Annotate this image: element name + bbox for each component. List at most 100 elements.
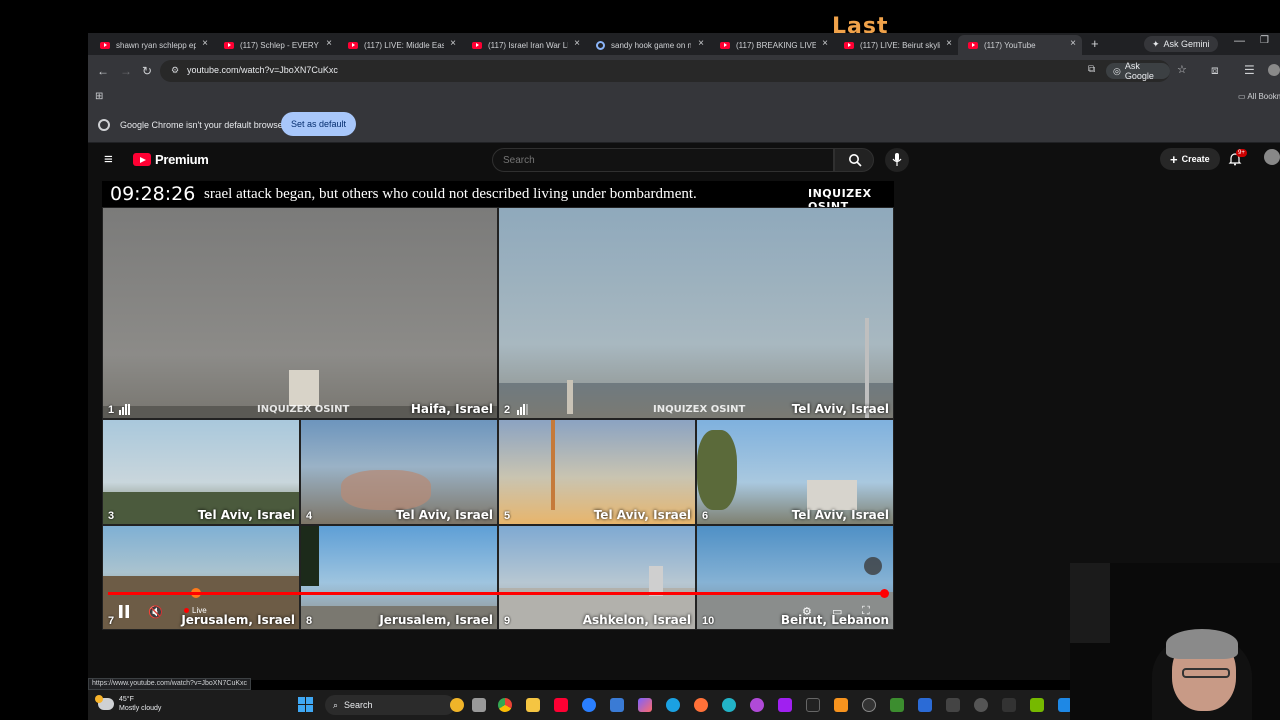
- ticker-text: srael attack began, but others who could…: [204, 186, 697, 202]
- weather-widget[interactable]: 45°F Mostly cloudy: [95, 695, 161, 713]
- chrome-taskbar-icon[interactable]: [498, 698, 512, 712]
- close-icon[interactable]: ×: [574, 38, 580, 49]
- camera-feed[interactable]: 8 Jerusalem, Israel: [300, 525, 498, 630]
- browser-tab[interactable]: (117) Israel Iran War LIV ×: [462, 35, 586, 55]
- site-info-icon[interactable]: ⚙: [171, 65, 179, 76]
- browser-tab[interactable]: sandy hook game on n ×: [586, 35, 710, 55]
- app-icon[interactable]: [890, 698, 904, 712]
- app-icon[interactable]: [862, 698, 876, 712]
- browser-window: shawn ryan schlepp ep × (117) Schlep - EV…: [88, 33, 1280, 143]
- create-button[interactable]: + Create: [1160, 148, 1220, 170]
- app-icon[interactable]: [974, 698, 988, 712]
- app-icon[interactable]: [1002, 698, 1016, 712]
- camera-feed[interactable]: 3 Tel Aviv, Israel: [102, 419, 300, 525]
- minimize-button[interactable]: —: [1234, 35, 1245, 47]
- miniplayer-hint-icon[interactable]: [864, 557, 882, 575]
- ticker-clock: 09:28:26: [110, 183, 196, 205]
- tab-title: shawn ryan schlepp ep: [116, 40, 196, 50]
- back-button[interactable]: ←: [97, 64, 109, 78]
- pole-shape: [551, 420, 555, 510]
- progress-scrubber[interactable]: [880, 589, 890, 598]
- settings-gear-icon[interactable]: ⚙: [802, 605, 812, 618]
- live-indicator[interactable]: Live: [184, 606, 207, 615]
- profile-avatar[interactable]: [1268, 64, 1280, 76]
- close-icon[interactable]: ×: [450, 38, 456, 49]
- account-avatar[interactable]: [1264, 149, 1280, 165]
- pause-button[interactable]: [118, 605, 130, 618]
- camera-location: Ashkelon, Israel: [582, 613, 691, 627]
- search-button[interactable]: [834, 148, 874, 172]
- fullscreen-icon[interactable]: ⛶: [862, 605, 870, 618]
- youtube-app-icon[interactable]: [554, 698, 568, 712]
- close-icon[interactable]: ×: [822, 38, 828, 49]
- browser-tab-active[interactable]: (117) YouTube ×: [958, 35, 1082, 55]
- windows-start-icon[interactable]: [298, 697, 313, 712]
- camera-feed[interactable]: 9 Ashkelon, Israel: [498, 525, 696, 630]
- camera-feed[interactable]: 1 INQUIZEX OSINT Haifa, Israel: [102, 207, 498, 419]
- widgets-icon[interactable]: [450, 698, 464, 712]
- browser-tab[interactable]: (117) BREAKING LIVE: I ×: [710, 35, 834, 55]
- search-input[interactable]: [492, 148, 834, 172]
- reload-button[interactable]: ↻: [142, 64, 152, 78]
- tab-title: (117) Israel Iran War LIV: [488, 40, 568, 50]
- camera-number: 4: [306, 510, 313, 522]
- app-icon[interactable]: [834, 698, 848, 712]
- copilot-icon[interactable]: [638, 698, 652, 712]
- address-bar[interactable]: ⚙ youtube.com/watch?v=JboXN7CuKxc ⧉ ◎ Ask…: [160, 60, 1187, 82]
- task-view-icon[interactable]: [472, 698, 486, 712]
- url-text[interactable]: youtube.com/watch?v=JboXN7CuKxc: [187, 65, 338, 75]
- maximize-button[interactable]: ❐: [1260, 35, 1269, 46]
- browser-tab[interactable]: shawn ryan schlepp ep ×: [90, 35, 214, 55]
- terminal-icon[interactable]: [806, 698, 820, 712]
- camera-feed[interactable]: 4 Tel Aviv, Israel: [300, 419, 498, 525]
- nvidia-icon[interactable]: [1030, 698, 1044, 712]
- app-icon[interactable]: [722, 698, 736, 712]
- tab-strip: shawn ryan schlepp ep × (117) Schlep - EV…: [88, 33, 1280, 55]
- tab-title: sandy hook game on n: [611, 40, 691, 50]
- youtube-icon: [720, 41, 730, 49]
- edge-icon[interactable]: [666, 698, 680, 712]
- google-icon: [596, 40, 605, 50]
- close-icon[interactable]: ×: [698, 38, 704, 49]
- app-icon[interactable]: [778, 698, 792, 712]
- hamburger-menu-icon[interactable]: ≡: [104, 151, 113, 168]
- close-icon[interactable]: ×: [946, 38, 952, 49]
- new-tab-button[interactable]: +: [1091, 36, 1099, 51]
- close-icon[interactable]: ×: [202, 38, 208, 49]
- camera-feed[interactable]: 6 Tel Aviv, Israel: [696, 419, 894, 525]
- camera-number: 2: [504, 404, 511, 416]
- app-icon[interactable]: [750, 698, 764, 712]
- tab-search-icon[interactable]: ☰: [1244, 63, 1255, 77]
- close-icon[interactable]: ×: [1070, 38, 1076, 49]
- all-bookmarks-button[interactable]: ▭ All Bookm: [1238, 92, 1280, 101]
- video-player[interactable]: 09:28:26 srael attack began, but others …: [102, 181, 894, 630]
- camera-feed[interactable]: 5 Tel Aviv, Israel: [498, 419, 696, 525]
- firefox-icon[interactable]: [694, 698, 708, 712]
- ask-google-button[interactable]: ◎ Ask Google: [1106, 61, 1170, 81]
- browser-tab[interactable]: (117) LIVE: Middle East ×: [338, 35, 462, 55]
- bookmark-star-icon[interactable]: ☆: [1177, 63, 1187, 76]
- file-explorer-icon[interactable]: [526, 698, 540, 712]
- taskbar-search[interactable]: ⌕ Search: [325, 695, 455, 715]
- set-as-default-button[interactable]: Set as default: [281, 112, 357, 136]
- messenger-icon[interactable]: [582, 698, 596, 712]
- camera-number: 9: [504, 615, 511, 627]
- camera-feed[interactable]: 2 INQUIZEX OSINT Tel Aviv, Israel: [498, 207, 894, 419]
- cloudy-weather-icon: [95, 695, 114, 710]
- browser-tab[interactable]: (117) Schlep - EVERY R ×: [214, 35, 338, 55]
- ask-gemini-button[interactable]: ✦ Ask Gemini: [1144, 36, 1218, 52]
- close-icon[interactable]: ×: [326, 38, 332, 49]
- install-icon[interactable]: ⧉: [1088, 64, 1095, 75]
- mute-icon[interactable]: 🔇: [148, 605, 163, 619]
- app-icon[interactable]: [946, 698, 960, 712]
- app-icon[interactable]: [918, 698, 932, 712]
- progress-bar[interactable]: [108, 592, 887, 595]
- youtube-premium-logo[interactable]: Premium: [133, 152, 209, 167]
- store-icon[interactable]: [610, 698, 624, 712]
- voice-search-button[interactable]: [885, 148, 909, 172]
- theater-mode-icon[interactable]: ▭: [832, 605, 842, 618]
- browser-tab[interactable]: (117) LIVE: Beirut skylin ×: [834, 35, 958, 55]
- forward-button[interactable]: →: [120, 64, 132, 78]
- apps-grid-icon[interactable]: ⊞: [95, 91, 103, 102]
- extensions-icon[interactable]: ⧈: [1211, 63, 1219, 78]
